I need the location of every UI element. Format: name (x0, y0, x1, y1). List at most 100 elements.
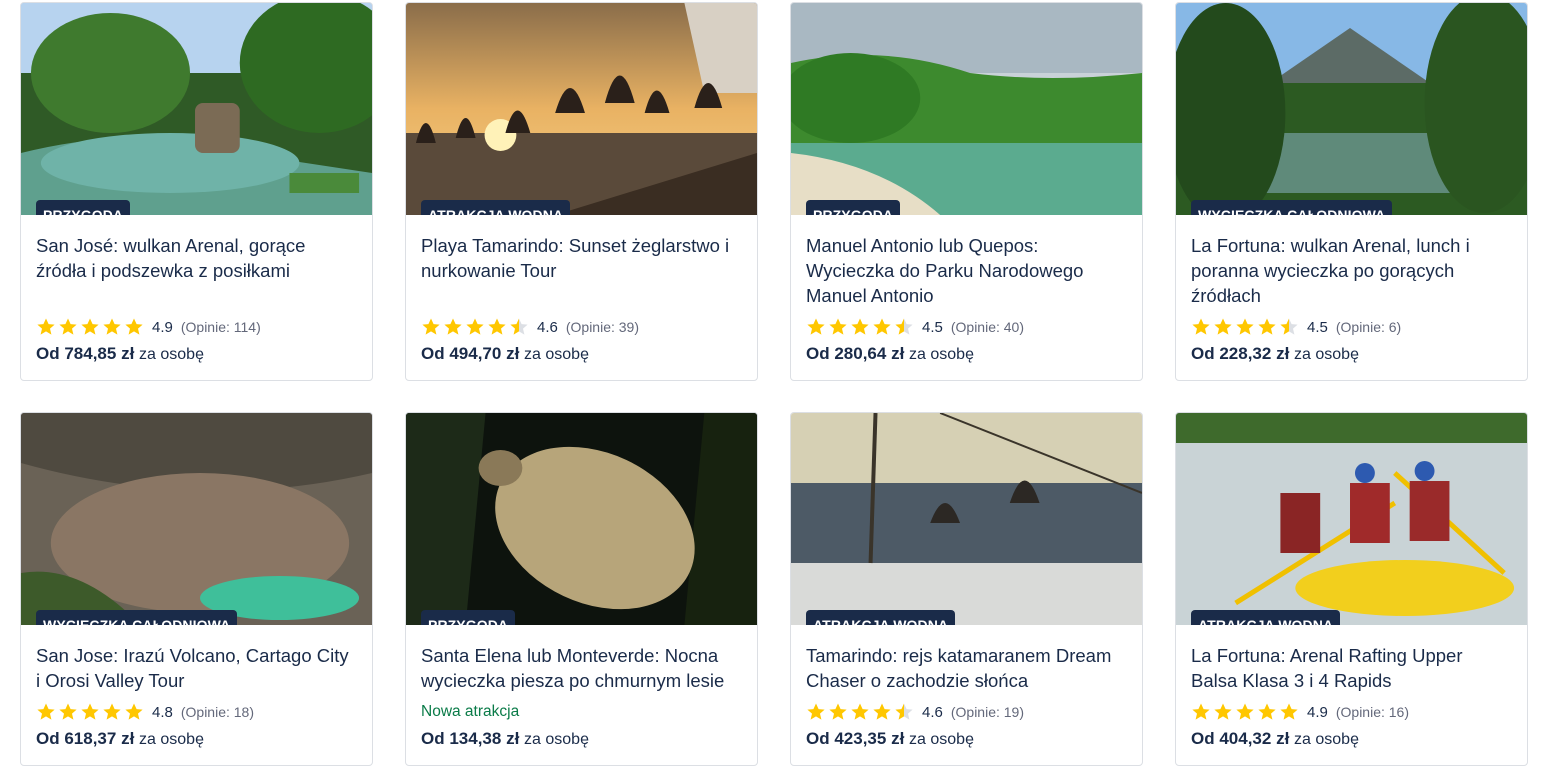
rating-row: 4.9 (Opinie: 114) (36, 316, 357, 338)
volcano-lake-image[interactable]: WYCIECZKA CAŁODNIOWA (1176, 3, 1527, 215)
price-value: 784,85 zł (64, 344, 135, 363)
rating-stars (1191, 702, 1299, 722)
star-half-icon (510, 318, 528, 335)
rating-score: 4.5 (922, 318, 943, 336)
star-half-icon (895, 318, 913, 335)
price-prefix: Od (806, 729, 830, 748)
review-count: (Opinie: 19) (950, 704, 1025, 720)
star-full-icon (103, 703, 121, 720)
sloth-night-image[interactable]: PRZYGODA (406, 413, 757, 625)
rating-row: 4.5 (Opinie: 6) (1191, 316, 1512, 338)
price-per: za osobę (1294, 346, 1359, 363)
category-badge: ATRAKCJA WODNA (1191, 610, 1341, 625)
price-per: za osobę (1294, 731, 1359, 748)
beach-jungle-image[interactable]: PRZYGODA (791, 3, 1142, 215)
price-value: 404,32 zł (1219, 729, 1290, 748)
price-value: 134,38 zł (449, 729, 520, 748)
activity-title[interactable]: Tamarindo: rejs katamaranem Dream Chaser… (806, 643, 1127, 693)
star-full-icon (1280, 703, 1298, 720)
crater-lake-image[interactable]: WYCIECZKA CAŁODNIOWA (21, 413, 372, 625)
activity-card[interactable]: PRZYGODA Manuel Antonio lub Quepos: Wyci… (790, 2, 1143, 381)
star-full-icon (851, 318, 869, 335)
activity-title[interactable]: San José: wulkan Arenal, gorące źródła i… (36, 233, 357, 308)
star-full-icon (125, 703, 143, 720)
rating-stars (806, 702, 914, 722)
review-count: (Opinie: 6) (1335, 319, 1402, 335)
price: Od 618,37 zł za osobę (36, 729, 357, 749)
activity-card[interactable]: ATRAKCJA WODNA Tamarindo: rejs katamaran… (790, 412, 1143, 766)
price: Od 404,32 zł za osobę (1191, 729, 1512, 749)
star-full-icon (81, 318, 99, 335)
price-value: 280,64 zł (834, 344, 905, 363)
price-per: za osobę (524, 346, 589, 363)
price: Od 494,70 zł za osobę (421, 344, 742, 364)
price-prefix: Od (36, 344, 60, 363)
star-full-icon (37, 703, 55, 720)
star-full-icon (81, 703, 99, 720)
rating-row: 4.9 (Opinie: 16) (1191, 701, 1512, 723)
star-full-icon (1236, 318, 1254, 335)
activity-title[interactable]: La Fortuna: Arenal Rafting Upper Balsa K… (1191, 643, 1512, 693)
activity-card[interactable]: WYCIECZKA CAŁODNIOWA San Jose: Irazú Vol… (20, 412, 373, 766)
star-full-icon (422, 318, 440, 335)
rating-score: 4.6 (537, 318, 558, 336)
star-full-icon (1214, 318, 1232, 335)
category-badge: ATRAKCJA WODNA (806, 610, 956, 625)
price-prefix: Od (421, 729, 445, 748)
star-full-icon (1236, 703, 1254, 720)
activity-title[interactable]: Playa Tamarindo: Sunset żeglarstwo i nur… (421, 233, 742, 308)
category-badge: WYCIECZKA CAŁODNIOWA (36, 610, 238, 625)
price-value: 618,37 zł (64, 729, 135, 748)
star-full-icon (103, 318, 121, 335)
star-full-icon (59, 318, 77, 335)
price: Od 134,38 zł za osobę (421, 729, 742, 749)
price: Od 784,85 zł za osobę (36, 344, 357, 364)
star-full-icon (1258, 318, 1276, 335)
price-value: 423,35 zł (834, 729, 905, 748)
star-full-icon (829, 703, 847, 720)
star-full-icon (873, 703, 891, 720)
price-per: za osobę (139, 731, 204, 748)
price-per: za osobę (524, 731, 589, 748)
star-half-icon (1280, 318, 1298, 335)
rating-stars (421, 317, 529, 337)
category-badge: PRZYGODA (36, 200, 131, 215)
star-full-icon (807, 318, 825, 335)
rating-stars (36, 317, 144, 337)
activity-card[interactable]: WYCIECZKA CAŁODNIOWA La Fortuna: wulkan … (1175, 2, 1528, 381)
rating-row: 4.5 (Opinie: 40) (806, 316, 1127, 338)
sunset-sailing-image[interactable]: ATRAKCJA WODNA (406, 3, 757, 215)
star-full-icon (1192, 318, 1210, 335)
price: Od 280,64 zł za osobę (806, 344, 1127, 364)
rafting-image[interactable]: ATRAKCJA WODNA (1176, 413, 1527, 625)
catamaran-image[interactable]: ATRAKCJA WODNA (791, 413, 1142, 625)
review-count: (Opinie: 18) (180, 704, 255, 720)
review-count: (Opinie: 16) (1335, 704, 1410, 720)
star-full-icon (851, 703, 869, 720)
activity-card[interactable]: ATRAKCJA WODNA La Fortuna: Arenal Raftin… (1175, 412, 1528, 766)
activity-title[interactable]: Santa Elena lub Monteverde: Nocna wyciec… (421, 643, 742, 693)
rating-score: 4.9 (152, 318, 173, 336)
review-count: (Opinie: 40) (950, 319, 1025, 335)
category-badge: PRZYGODA (806, 200, 901, 215)
rating-score: 4.6 (922, 703, 943, 721)
star-full-icon (807, 703, 825, 720)
activity-title[interactable]: Manuel Antonio lub Quepos: Wycieczka do … (806, 233, 1127, 308)
activity-title[interactable]: La Fortuna: wulkan Arenal, lunch i poran… (1191, 233, 1512, 308)
price-value: 494,70 zł (449, 344, 520, 363)
star-full-icon (873, 318, 891, 335)
star-full-icon (444, 318, 462, 335)
review-count: (Opinie: 114) (180, 319, 261, 335)
activity-card[interactable]: PRZYGODA Santa Elena lub Monteverde: Noc… (405, 412, 758, 766)
activity-card[interactable]: PRZYGODA San José: wulkan Arenal, gorące… (20, 2, 373, 381)
rating-score: 4.5 (1307, 318, 1328, 336)
activity-title[interactable]: San Jose: Irazú Volcano, Cartago City i … (36, 643, 357, 693)
hot-springs-pool-image[interactable]: PRZYGODA (21, 3, 372, 215)
star-full-icon (829, 318, 847, 335)
star-full-icon (59, 703, 77, 720)
new-activity-label: Nowa atrakcja (421, 703, 520, 720)
rating-stars (806, 317, 914, 337)
rating-row: 4.8 (Opinie: 18) (36, 701, 357, 723)
activity-card[interactable]: ATRAKCJA WODNA Playa Tamarindo: Sunset ż… (405, 2, 758, 381)
rating-stars (1191, 317, 1299, 337)
